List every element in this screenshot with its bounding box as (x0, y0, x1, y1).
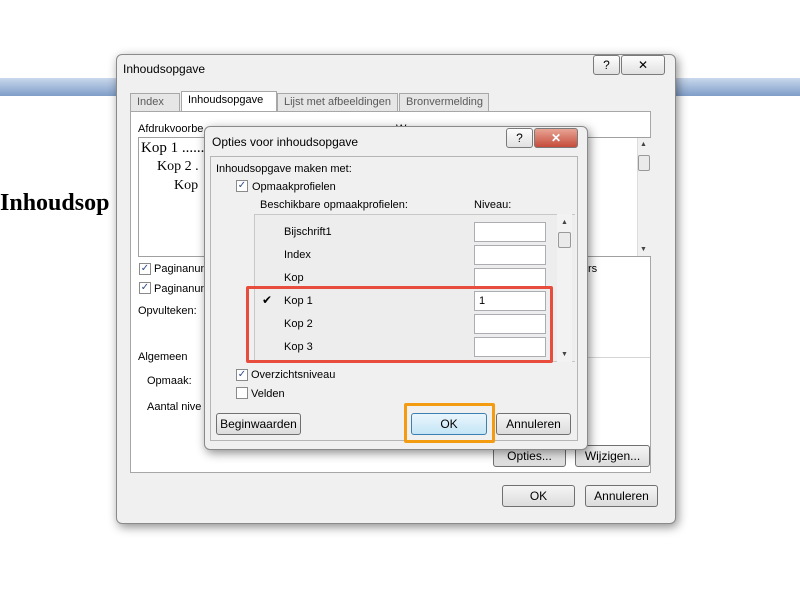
options-title-buttons: ? ✕ (506, 128, 578, 148)
show-page-numbers-checkbox[interactable]: ✓ (139, 263, 151, 275)
preview-line-3: Kop (174, 178, 199, 193)
orange-highlight-box (404, 403, 495, 443)
preview-line-1: Kop 1 ....... (141, 140, 209, 156)
toc-dialog-title: Inhoudsopgave (123, 62, 206, 76)
right-align-checkbox[interactable]: ✓ (139, 282, 151, 294)
show-page-numbers-label: Paginanun (154, 263, 207, 275)
available-styles-header: Beschikbare opmaakprofielen: (260, 199, 408, 211)
preview-line-2: Kop 2 . (157, 159, 199, 174)
levels-label: Aantal nive (147, 401, 202, 413)
tab-inhoudsopgave[interactable]: Inhoudsopgave (181, 91, 277, 112)
close-button[interactable]: ✕ (621, 55, 665, 75)
print-preview-label: Afdrukvoorbe (138, 123, 204, 135)
style-row-kop[interactable]: Kop (284, 272, 304, 284)
build-from-label: Inhoudsopgave maken met: (216, 163, 352, 175)
level-header: Niveau: (474, 199, 512, 211)
help-button[interactable]: ? (593, 55, 620, 75)
options-help-button[interactable]: ? (506, 128, 533, 148)
options-close-button[interactable]: ✕ (534, 128, 578, 148)
red-highlight-box (246, 286, 553, 363)
toc-ok-button[interactable]: OK (502, 485, 575, 507)
styles-scroll-down-icon[interactable]: ▼ (561, 351, 568, 358)
toc-title-buttons: ? ✕ (593, 55, 665, 75)
tab-leader-label: Opvulteken: (138, 305, 197, 317)
right-align-label: Paginanun (154, 283, 207, 295)
options-dialog-title: Opties voor inhoudsopgave (212, 135, 359, 149)
options-cancel-button[interactable]: Annuleren (496, 413, 571, 435)
fields-label: Velden (251, 388, 285, 400)
level-input-bijschrift1[interactable] (474, 222, 546, 242)
style-row-index[interactable]: Index (284, 249, 311, 261)
general-label: Algemeen (138, 351, 188, 363)
web-preview-scroll-down-icon[interactable]: ▼ (640, 246, 647, 253)
general-divider (584, 357, 650, 358)
outline-level-label: Overzichtsniveau (251, 369, 336, 381)
modify-button[interactable]: Wijzigen... (575, 445, 650, 467)
format-label: Opmaak: (147, 375, 192, 387)
level-input-kop[interactable] (474, 268, 546, 288)
tab-bronvermelding[interactable]: Bronvermelding (399, 93, 489, 111)
styles-checkbox[interactable]: ✓ (236, 180, 248, 192)
web-preview-scroll-up-icon[interactable]: ▲ (640, 141, 647, 148)
styles-scroll-thumb[interactable] (558, 232, 571, 248)
tab-index[interactable]: Index (130, 93, 180, 111)
web-preview-scroll-thumb[interactable] (638, 155, 650, 171)
toc-cancel-button[interactable]: Annuleren (585, 485, 658, 507)
outline-level-checkbox[interactable]: ✓ (236, 369, 248, 381)
document-heading: Inhoudsop (0, 190, 110, 216)
level-input-index[interactable] (474, 245, 546, 265)
fields-checkbox[interactable] (236, 387, 248, 399)
hyperlinks-label-suffix: rs (588, 263, 598, 275)
styles-scroll-up-icon[interactable]: ▲ (561, 219, 568, 226)
tab-lijst-met-afbeeldingen[interactable]: Lijst met afbeeldingen (277, 93, 398, 111)
style-row-bijschrift1[interactable]: Bijschrift1 (284, 226, 332, 238)
reset-button[interactable]: Beginwaarden (216, 413, 301, 435)
styles-checkbox-label: Opmaakprofielen (252, 181, 336, 193)
